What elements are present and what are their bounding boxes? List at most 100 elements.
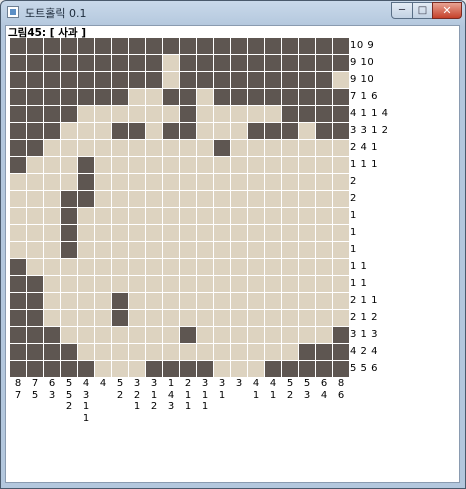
grid-cell[interactable]	[95, 106, 111, 122]
grid-cell[interactable]	[27, 208, 43, 224]
grid-cell[interactable]	[27, 174, 43, 190]
grid-cell[interactable]	[129, 157, 145, 173]
grid-cell[interactable]	[61, 327, 77, 343]
grid-cell[interactable]	[265, 174, 281, 190]
grid-cell[interactable]	[180, 327, 196, 343]
grid-cell[interactable]	[299, 191, 315, 207]
grid-cell[interactable]	[299, 174, 315, 190]
grid-cell[interactable]	[316, 157, 332, 173]
grid-cell[interactable]	[333, 191, 349, 207]
grid-cell[interactable]	[146, 242, 162, 258]
grid-cell[interactable]	[333, 140, 349, 156]
grid-cell[interactable]	[214, 293, 230, 309]
grid-cell[interactable]	[282, 89, 298, 105]
grid-cell[interactable]	[282, 259, 298, 275]
grid-cell[interactable]	[333, 55, 349, 71]
grid-cell[interactable]	[197, 361, 213, 377]
grid-cell[interactable]	[197, 157, 213, 173]
grid-cell[interactable]	[197, 344, 213, 360]
grid-cell[interactable]	[180, 361, 196, 377]
grid-cell[interactable]	[180, 38, 196, 54]
grid-cell[interactable]	[95, 89, 111, 105]
grid-cell[interactable]	[163, 89, 179, 105]
grid-cell[interactable]	[112, 242, 128, 258]
grid-cell[interactable]	[163, 310, 179, 326]
grid-cell[interactable]	[10, 72, 26, 88]
grid-cell[interactable]	[10, 140, 26, 156]
grid-cell[interactable]	[333, 225, 349, 241]
grid-cell[interactable]	[265, 208, 281, 224]
grid-cell[interactable]	[282, 174, 298, 190]
grid-cell[interactable]	[95, 123, 111, 139]
grid-cell[interactable]	[112, 174, 128, 190]
grid-cell[interactable]	[248, 327, 264, 343]
grid-cell[interactable]	[197, 38, 213, 54]
grid-cell[interactable]	[112, 225, 128, 241]
grid-cell[interactable]	[180, 310, 196, 326]
grid-cell[interactable]	[146, 191, 162, 207]
grid-cell[interactable]	[265, 293, 281, 309]
grid-cell[interactable]	[299, 123, 315, 139]
grid-cell[interactable]	[180, 174, 196, 190]
grid-cell[interactable]	[95, 242, 111, 258]
grid-cell[interactable]	[248, 72, 264, 88]
grid-cell[interactable]	[180, 140, 196, 156]
grid-cell[interactable]	[27, 225, 43, 241]
grid-cell[interactable]	[10, 157, 26, 173]
grid-cell[interactable]	[112, 89, 128, 105]
grid-cell[interactable]	[129, 208, 145, 224]
grid-cell[interactable]	[129, 55, 145, 71]
grid-cell[interactable]	[10, 55, 26, 71]
grid-cell[interactable]	[231, 123, 247, 139]
grid-cell[interactable]	[180, 72, 196, 88]
grid-cell[interactable]	[197, 208, 213, 224]
grid-cell[interactable]	[333, 361, 349, 377]
grid-cell[interactable]	[61, 123, 77, 139]
grid-cell[interactable]	[112, 344, 128, 360]
grid-cell[interactable]	[214, 157, 230, 173]
grid-cell[interactable]	[265, 361, 281, 377]
grid-cell[interactable]	[129, 259, 145, 275]
grid-cell[interactable]	[95, 361, 111, 377]
grid-cell[interactable]	[10, 191, 26, 207]
grid-cell[interactable]	[27, 106, 43, 122]
grid-cell[interactable]	[180, 106, 196, 122]
grid-cell[interactable]	[333, 72, 349, 88]
nonogram-grid[interactable]	[10, 38, 350, 378]
grid-cell[interactable]	[265, 191, 281, 207]
grid-cell[interactable]	[282, 157, 298, 173]
grid-cell[interactable]	[248, 55, 264, 71]
grid-cell[interactable]	[316, 259, 332, 275]
grid-cell[interactable]	[146, 225, 162, 241]
grid-cell[interactable]	[61, 72, 77, 88]
grid-cell[interactable]	[248, 123, 264, 139]
grid-cell[interactable]	[78, 361, 94, 377]
grid-cell[interactable]	[231, 38, 247, 54]
grid-cell[interactable]	[333, 89, 349, 105]
grid-cell[interactable]	[180, 208, 196, 224]
grid-cell[interactable]	[265, 140, 281, 156]
grid-cell[interactable]	[214, 361, 230, 377]
grid-cell[interactable]	[316, 310, 332, 326]
grid-cell[interactable]	[282, 191, 298, 207]
grid-cell[interactable]	[299, 361, 315, 377]
grid-cell[interactable]	[27, 55, 43, 71]
grid-cell[interactable]	[146, 361, 162, 377]
grid-cell[interactable]	[248, 242, 264, 258]
grid-cell[interactable]	[27, 293, 43, 309]
grid-cell[interactable]	[316, 327, 332, 343]
grid-cell[interactable]	[112, 293, 128, 309]
grid-cell[interactable]	[180, 123, 196, 139]
grid-cell[interactable]	[112, 140, 128, 156]
grid-cell[interactable]	[61, 276, 77, 292]
grid-cell[interactable]	[44, 174, 60, 190]
grid-cell[interactable]	[129, 310, 145, 326]
grid-cell[interactable]	[78, 55, 94, 71]
grid-cell[interactable]	[316, 72, 332, 88]
grid-cell[interactable]	[231, 174, 247, 190]
grid-cell[interactable]	[163, 208, 179, 224]
grid-cell[interactable]	[10, 225, 26, 241]
grid-cell[interactable]	[146, 327, 162, 343]
minimize-button[interactable]: ─	[391, 2, 413, 19]
grid-cell[interactable]	[214, 208, 230, 224]
